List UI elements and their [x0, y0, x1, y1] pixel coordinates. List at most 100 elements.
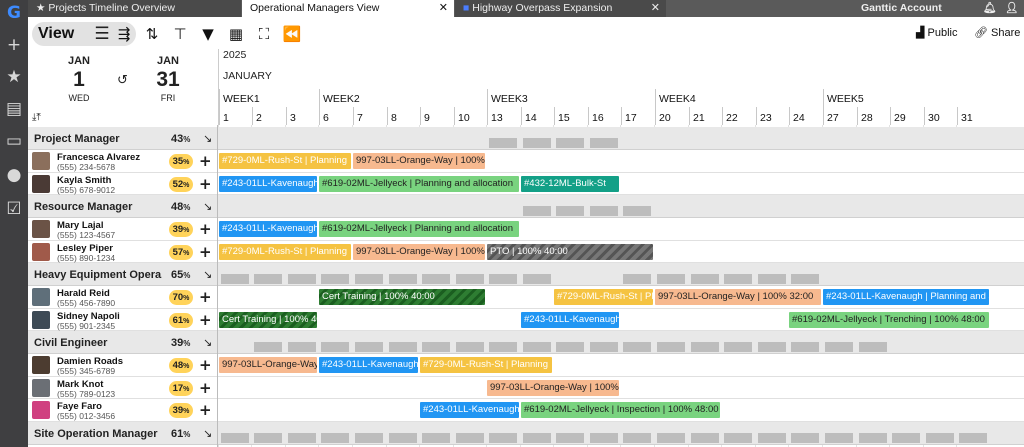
day-divider	[621, 107, 622, 125]
task-bar[interactable]: Cert Training | 100% 40:00	[219, 311, 317, 328]
collapse-left-icon[interactable]: ⏪	[282, 24, 302, 44]
add-task-icon[interactable]: +	[199, 311, 212, 329]
resource-row[interactable]: Lesley Piper (555) 890-1234 57% + #729-0ML-R…	[28, 240, 1024, 263]
task-bar[interactable]: Cert Training | 100% 40:00	[319, 289, 485, 305]
day-label: 7	[357, 112, 363, 124]
sort-icon[interactable]: ⇅	[142, 24, 162, 44]
add-task-icon[interactable]: +	[199, 401, 212, 419]
capacity-bar	[422, 342, 450, 352]
reports-icon[interactable]: ▤	[0, 98, 28, 120]
collapse-arrow-icon[interactable]: ↘	[203, 427, 212, 440]
fullscreen-icon[interactable]: ⛶	[254, 24, 274, 44]
expand-collapse-icon[interactable]: ⤓⤒	[32, 112, 41, 123]
drop-icon[interactable]: ●	[0, 164, 28, 186]
day-divider	[857, 107, 858, 125]
add-icon[interactable]: +	[0, 34, 28, 56]
resource-row[interactable]: Francesca Alvarez (555) 234-5678 35% + #729-…	[28, 150, 1024, 173]
group-row[interactable]: Site Operation Manager 61% ↘	[28, 421, 1024, 445]
collapse-arrow-icon[interactable]: ↘	[203, 132, 212, 145]
add-task-icon[interactable]: +	[199, 243, 212, 261]
task-bar[interactable]: 997-03LL-Orange-Way | 100%	[487, 379, 619, 396]
add-task-icon[interactable]: +	[199, 175, 212, 193]
task-bar[interactable]: #243-01LL-Kavenaugh	[219, 175, 317, 192]
task-bar[interactable]: 997-03LL-Orange-Way	[219, 357, 317, 373]
task-bar[interactable]: #243-01LL-Kavenaugh	[319, 357, 418, 373]
public-button[interactable]: ▟ Public	[916, 26, 958, 39]
capacity-bar	[523, 206, 551, 216]
add-task-icon[interactable]: +	[199, 288, 212, 306]
calendar-icon[interactable]: ▦	[226, 24, 246, 44]
paint-roller-icon[interactable]: ⊤	[170, 24, 190, 44]
add-task-icon[interactable]: +	[199, 220, 212, 238]
capacity-bar	[254, 342, 282, 352]
resource-row[interactable]: Faye Faro (555) 012-3456 39% + #243-01LL-Kav…	[28, 399, 1024, 422]
tab-projects-timeline[interactable]: ★ Projects Timeline Overview	[28, 0, 241, 17]
task-bar[interactable]: #729-0ML-Rush-St | Planning	[420, 357, 552, 373]
task-bar[interactable]: #432-12ML-Bulk-St	[521, 175, 619, 192]
close-icon[interactable]: ✕	[439, 0, 448, 17]
end-date[interactable]: JAN 31 FRI	[143, 55, 193, 103]
share-button[interactable]: 🔗︎ Share	[974, 26, 1020, 39]
task-bar[interactable]: 997-03LL-Orange-Way | 100%	[353, 243, 485, 260]
ganttic-logo-icon[interactable]: G	[0, 2, 28, 24]
account-menu[interactable]: Ganttic Account 🔔︎ 👤︎	[853, 0, 1024, 17]
task-bar[interactable]: PTO | 100% 40:00	[487, 243, 653, 260]
task-bar[interactable]: #729-0ML-Rush-St | Planning	[554, 289, 653, 305]
task-bar[interactable]: 997-03LL-Orange-Way | 100% 32:00	[655, 289, 821, 305]
bell-icon[interactable]: 🔔︎	[983, 0, 996, 17]
capacity-bar	[288, 274, 316, 284]
resource-row[interactable]: Damien Roads (555) 345-6789 48% +997-03LL-O…	[28, 354, 1024, 377]
task-bar[interactable]: #243-01LL-Kavenaugh	[521, 311, 619, 328]
week-label: WEEK1	[223, 93, 260, 105]
group-row[interactable]: Civil Engineer 39% ↘	[28, 331, 1024, 354]
task-bar[interactable]: #729-0ML-Rush-St | Planning	[219, 153, 351, 169]
checklist-icon[interactable]: ☑	[0, 198, 28, 220]
task-bar[interactable]: #729-0ML-Rush-St | Planning	[219, 243, 351, 260]
day-label: 8	[391, 112, 397, 124]
utilization-badge: 17%	[169, 380, 193, 396]
avatar	[32, 220, 50, 238]
star-icon[interactable]: ★	[0, 66, 28, 88]
start-date[interactable]: JAN 1 WED	[54, 55, 104, 103]
group-row[interactable]: Project Manager 43% ↘	[28, 127, 1024, 150]
resource-row[interactable]: Sidney Napoli (555) 901-2345 61% + Cert Trai…	[28, 308, 1024, 331]
resource-row[interactable]: Harald Reid (555) 456-7890 70% + Cert Traini…	[28, 286, 1024, 309]
task-bar[interactable]: #619-02ML-Jellyeck | Trenching | 100% 48…	[789, 311, 989, 328]
collapse-arrow-icon[interactable]: ↘	[203, 336, 212, 349]
collapse-arrow-icon[interactable]: ↘	[203, 200, 212, 213]
add-task-icon[interactable]: +	[199, 379, 212, 397]
task-bar[interactable]: #619-02ML-Jellyeck | Planning and alloca…	[319, 175, 519, 192]
divider	[217, 125, 218, 447]
task-bar[interactable]: #243-01LL-Kavenaugh	[219, 221, 317, 237]
task-bar[interactable]: #619-02ML-Jellyeck | Planning and alloca…	[319, 221, 519, 237]
avatar	[32, 174, 50, 193]
date-range-panel: JAN 1 WED ↺ JAN 31 FRI ⤓⤒	[28, 49, 218, 125]
reset-icon[interactable]: ↺	[117, 73, 128, 88]
user-icon[interactable]: 👤︎	[1005, 0, 1018, 17]
capacity-bar	[657, 432, 685, 443]
task-bar[interactable]: 997-03LL-Orange-Way | 100%	[353, 153, 485, 169]
tab-operational-managers[interactable]: Operational Managers View ✕	[242, 0, 454, 17]
timeline-header: 2025 JANUARY WEEK1 WEEK2 WEEK3 WEEK4 WEEK5 1…	[218, 49, 1024, 125]
task-bar[interactable]: #243-01LL-Kavenaugh | Planning and alloc…	[823, 289, 989, 305]
group-row[interactable]: Resource Manager 48% ↘	[28, 195, 1024, 218]
resource-row[interactable]: Mark Knot (555) 789-0123 17% +997-03LL-Oran…	[28, 376, 1024, 399]
add-task-icon[interactable]: +	[199, 152, 212, 170]
filter-icon[interactable]: ▼	[198, 24, 218, 44]
indent-icon[interactable]: ⇶	[114, 24, 134, 44]
tab-bar: ★ Projects Timeline Overview Operational…	[28, 0, 1024, 17]
resource-row[interactable]: Kayla Smith (555) 678-9012 52% + #243-01LL-K…	[28, 172, 1024, 195]
group-row[interactable]: Heavy Equipment Opera... 65% ↘	[28, 263, 1024, 286]
close-icon[interactable]: ✕	[651, 0, 660, 17]
hamburger-icon[interactable]: ☰	[90, 22, 114, 46]
task-bar[interactable]: #619-02ML-Jellyeck | Inspection | 100% 4…	[521, 402, 720, 418]
capacity-bar	[825, 432, 853, 443]
collapse-arrow-icon[interactable]: ↘	[203, 268, 212, 281]
tab-highway-overpass[interactable]: ■ Highway Overpass Expansion ✕	[455, 0, 666, 17]
add-task-icon[interactable]: +	[199, 356, 212, 374]
resource-row[interactable]: Mary Lajal (555) 123-4567 39% + #243-01LL-Ka…	[28, 218, 1024, 241]
inbox-icon[interactable]: ▭	[0, 130, 28, 152]
utilization-badge: 35%	[169, 154, 193, 169]
avatar	[32, 356, 50, 374]
task-bar[interactable]: #243-01LL-Kavenaugh	[420, 402, 519, 418]
